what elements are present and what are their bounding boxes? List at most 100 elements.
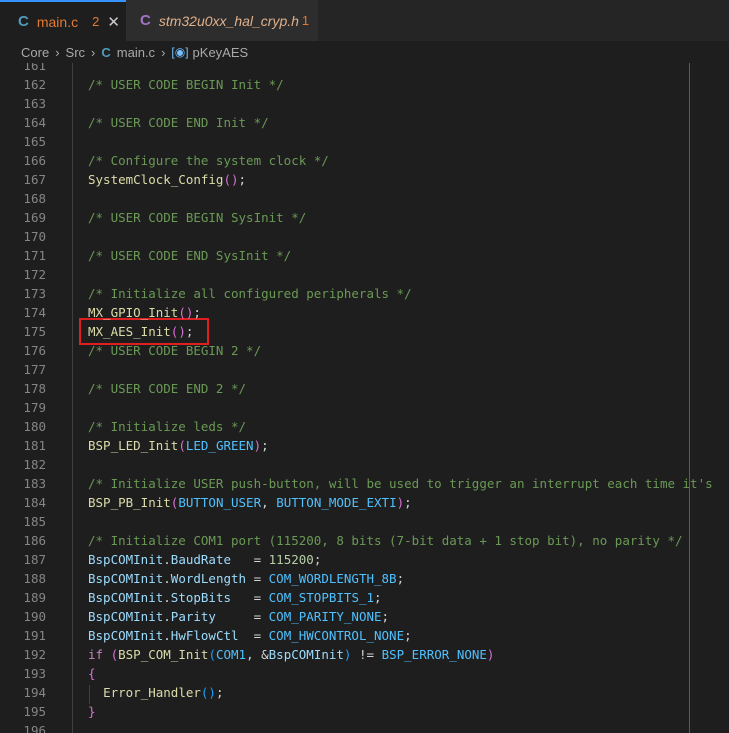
code-line[interactable]: 165	[0, 132, 729, 151]
code-line[interactable]: 187 BspCOMInit.BaudRate = 115200;	[0, 550, 729, 569]
line-number: 171	[23, 248, 46, 263]
c-file-icon: C	[101, 44, 111, 60]
code-line[interactable]: 179	[0, 398, 729, 417]
code-line[interactable]: 176 /* USER CODE BEGIN 2 */	[0, 341, 729, 360]
code-line[interactable]: 190 BspCOMInit.Parity = COM_PARITY_NONE;	[0, 607, 729, 626]
code-line[interactable]: 171 /* USER CODE END SysInit */	[0, 246, 729, 265]
line-number: 193	[23, 666, 46, 681]
code-line[interactable]: 163	[0, 94, 729, 113]
code-line[interactable]: 169 /* USER CODE BEGIN SysInit */	[0, 208, 729, 227]
line-number: 188	[23, 571, 46, 586]
line-number: 184	[23, 495, 46, 510]
code-text[interactable]: MX_AES_Init();	[88, 322, 193, 341]
code-text[interactable]: BspCOMInit.StopBits = COM_STOPBITS_1;	[88, 588, 382, 607]
tab-hal-cryp-h[interactable]: C stm32u0xx_hal_cryp.h 1	[126, 0, 318, 41]
code-text[interactable]: /* USER CODE BEGIN SysInit */	[88, 208, 306, 227]
code-text[interactable]: /* Initialize COM1 port (115200, 8 bits …	[88, 531, 683, 550]
line-number: 196	[23, 723, 46, 733]
code-line[interactable]: 194 Error_Handler();	[0, 683, 729, 702]
code-line[interactable]: 161	[0, 63, 729, 75]
code-line[interactable]: 174 MX_GPIO_Init();	[0, 303, 729, 322]
line-number: 161	[23, 63, 46, 73]
code-text[interactable]: MX_GPIO_Init();	[88, 303, 201, 322]
code-text[interactable]: /* Initialize leds */	[88, 417, 246, 436]
code-line[interactable]: 173 /* Initialize all configured peripher…	[0, 284, 729, 303]
code-line[interactable]: 193 {	[0, 664, 729, 683]
code-text[interactable]: /* Initialize all configured peripherals…	[88, 284, 412, 303]
line-number: 176	[23, 343, 46, 358]
line-number: 174	[23, 305, 46, 320]
code-line[interactable]: 196	[0, 721, 729, 733]
code-text[interactable]: /* USER CODE END Init */	[88, 113, 269, 132]
code-line[interactable]: 185	[0, 512, 729, 531]
code-line[interactable]: 162 /* USER CODE BEGIN Init */	[0, 75, 729, 94]
line-number: 177	[23, 362, 46, 377]
code-text[interactable]: BSP_LED_Init(LED_GREEN);	[88, 436, 269, 455]
line-number: 191	[23, 628, 46, 643]
code-text[interactable]: /* USER CODE END SysInit */	[88, 246, 291, 265]
breadcrumb-main-c[interactable]: main.c	[117, 45, 155, 60]
line-number: 168	[23, 191, 46, 206]
code-line[interactable]: 167 SystemClock_Config();	[0, 170, 729, 189]
line-number: 164	[23, 115, 46, 130]
code-text[interactable]: BSP_PB_Init(BUTTON_USER, BUTTON_MODE_EXT…	[88, 493, 412, 512]
code-text[interactable]: BspCOMInit.HwFlowCtl = COM_HWCONTROL_NON…	[88, 626, 412, 645]
code-line[interactable]: 192 if (BSP_COM_Init(COM1, &BspCOMInit) !…	[0, 645, 729, 664]
code-text[interactable]: /* Initialize USER push-button, will be …	[88, 474, 713, 493]
code-line[interactable]: 195}	[0, 702, 729, 721]
code-line[interactable]: 177	[0, 360, 729, 379]
line-number: 190	[23, 609, 46, 624]
code-text[interactable]: BspCOMInit.BaudRate = 115200;	[88, 550, 321, 569]
c-header-file-icon: C	[140, 12, 151, 29]
breadcrumb-src[interactable]: Src	[66, 45, 86, 60]
code-line[interactable]: 168	[0, 189, 729, 208]
problem-count-badge: 1	[301, 13, 310, 28]
line-number: 173	[23, 286, 46, 301]
code-text[interactable]: SystemClock_Config();	[88, 170, 246, 189]
code-line[interactable]: 191 BspCOMInit.HwFlowCtl = COM_HWCONTROL_…	[0, 626, 729, 645]
code-text[interactable]: {	[88, 664, 96, 683]
line-number: 166	[23, 153, 46, 168]
line-number: 178	[23, 381, 46, 396]
code-editor[interactable]: 161 162 /* USER CODE BEGIN Init */ 163 164 /*…	[0, 63, 729, 733]
line-number: 172	[23, 267, 46, 282]
chevron-right-icon: ›	[91, 44, 96, 60]
code-line[interactable]: 186 /* Initialize COM1 port (115200, 8 bi…	[0, 531, 729, 550]
code-line[interactable]: 175 MX_AES_Init();	[0, 322, 729, 341]
code-text[interactable]: Error_Handler();	[88, 683, 223, 702]
code-line[interactable]: 182	[0, 455, 729, 474]
code-text[interactable]: /* USER CODE END 2 */	[88, 379, 246, 398]
line-number: 195	[23, 704, 46, 719]
line-number: 185	[23, 514, 46, 529]
line-number: 175	[23, 324, 46, 339]
line-number: 162	[23, 77, 46, 92]
code-line[interactable]: 188 BspCOMInit.WordLength = COM_WORDLENGT…	[0, 569, 729, 588]
tab-bar: C main.c 2 ✕ C stm32u0xx_hal_cryp.h 1	[0, 0, 729, 41]
code-text[interactable]: }	[88, 702, 96, 721]
line-number: 187	[23, 552, 46, 567]
code-text[interactable]: /* USER CODE BEGIN Init */	[88, 75, 284, 94]
code-line[interactable]: 172	[0, 265, 729, 284]
line-number: 192	[23, 647, 46, 662]
breadcrumb-core[interactable]: Core	[21, 45, 49, 60]
code-line[interactable]: 189 BspCOMInit.StopBits = COM_STOPBITS_1;	[0, 588, 729, 607]
code-text[interactable]: BspCOMInit.WordLength = COM_WORDLENGTH_8…	[88, 569, 404, 588]
close-icon[interactable]: ✕	[107, 13, 120, 31]
code-line[interactable]: 164 /* USER CODE END Init */	[0, 113, 729, 132]
code-text[interactable]: if (BSP_COM_Init(COM1, &BspCOMInit) != B…	[88, 645, 494, 664]
code-line[interactable]: 180 /* Initialize leds */	[0, 417, 729, 436]
code-line[interactable]: 178 /* USER CODE END 2 */	[0, 379, 729, 398]
code-line[interactable]: 183 /* Initialize USER push-button, will …	[0, 474, 729, 493]
code-line[interactable]: 170	[0, 227, 729, 246]
code-line[interactable]: 181 BSP_LED_Init(LED_GREEN);	[0, 436, 729, 455]
line-number: 169	[23, 210, 46, 225]
breadcrumb-pkeyaes[interactable]: pKeyAES	[193, 45, 249, 60]
code-text[interactable]: /* Configure the system clock */	[88, 151, 329, 170]
code-line[interactable]: 184 BSP_PB_Init(BUTTON_USER, BUTTON_MODE_…	[0, 493, 729, 512]
code-text[interactable]: BspCOMInit.Parity = COM_PARITY_NONE;	[88, 607, 389, 626]
symbol-variable-icon: [◉]	[171, 45, 189, 59]
breadcrumb: Core › Src › C main.c › [◉] pKeyAES	[0, 41, 729, 63]
code-text[interactable]: /* USER CODE BEGIN 2 */	[88, 341, 261, 360]
tab-main-c[interactable]: C main.c 2 ✕	[0, 0, 126, 41]
code-line[interactable]: 166 /* Configure the system clock */	[0, 151, 729, 170]
